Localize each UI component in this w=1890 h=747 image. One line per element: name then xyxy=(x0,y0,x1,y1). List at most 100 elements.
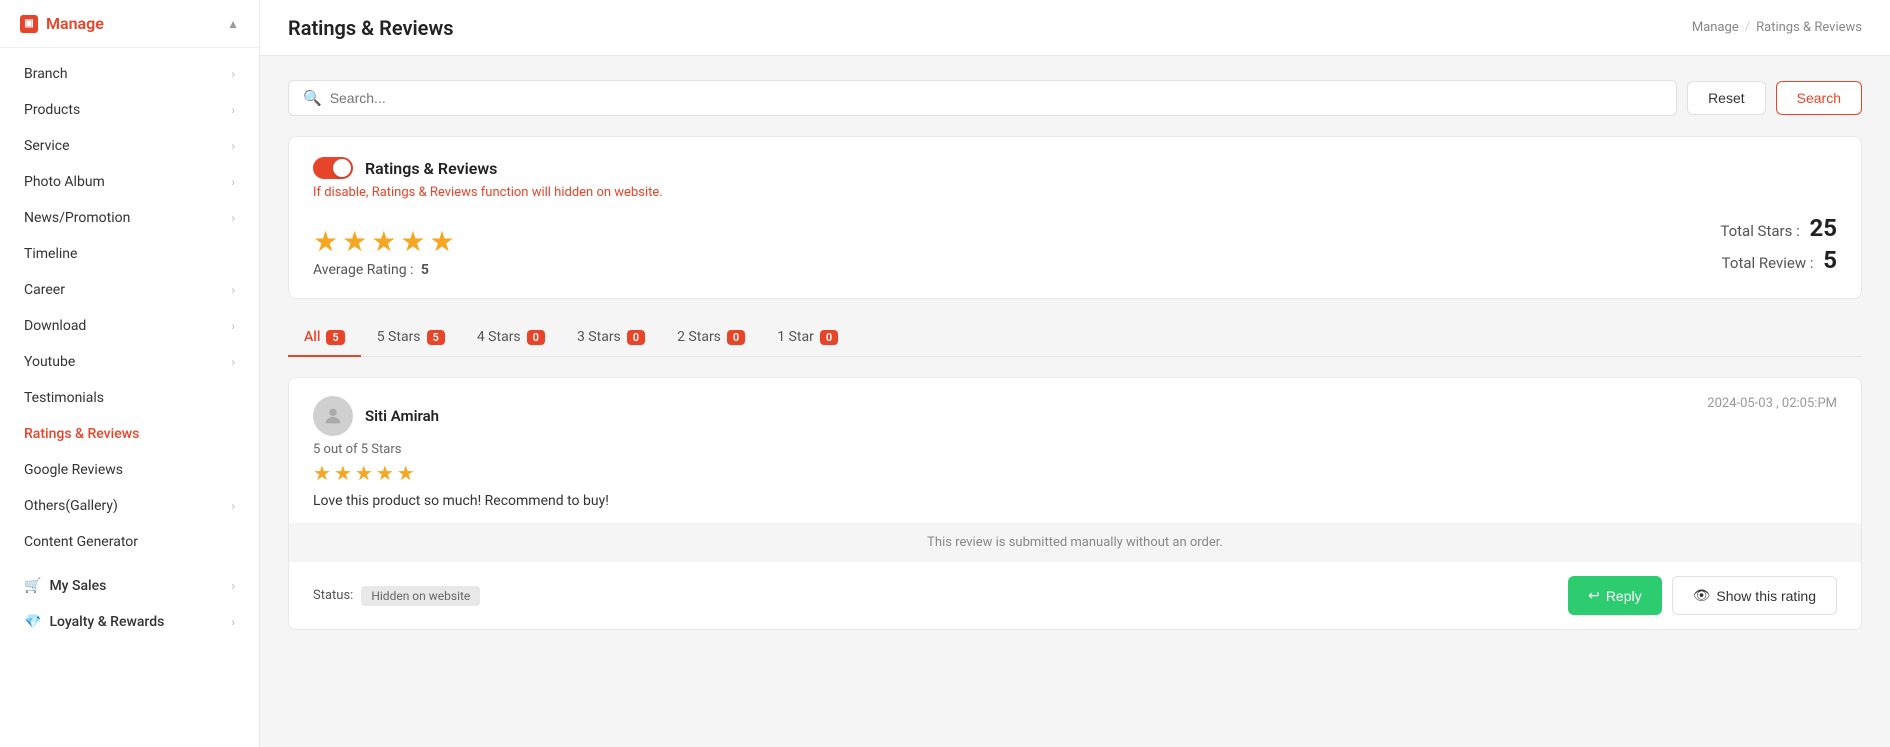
toggle-label: Ratings & Reviews xyxy=(365,159,497,178)
sidebar-item-ratings-reviews[interactable]: Ratings & Reviews xyxy=(0,416,259,452)
status-label: Status: xyxy=(313,588,353,603)
filter-tabs: All 5 5 Stars54 Stars03 Stars0 2 Stars 0 1 St… xyxy=(288,319,1862,357)
sidebar-item-products[interactable]: Products› xyxy=(0,92,259,128)
chevron-down-icon: › xyxy=(231,283,235,297)
rating-summary-row: ★★★★★ Average Rating : 5 Total Stars : 2… xyxy=(313,214,1837,278)
section-icon-my-sales: 🛒 xyxy=(24,578,41,594)
filter-tab-badge: 0 xyxy=(727,330,745,345)
filter-tab-label: All xyxy=(304,329,320,345)
filter-tab-all[interactable]: All 5 xyxy=(288,319,361,357)
sidebar-item-photo-album[interactable]: Photo Album› xyxy=(0,164,259,200)
overview-star-4: ★ xyxy=(400,225,425,258)
page-title: Ratings & Reviews xyxy=(288,16,454,40)
status-section: Status: Hidden on website xyxy=(313,586,480,606)
sidebar-item-label: Career xyxy=(24,282,65,298)
sidebar-item-youtube[interactable]: Youtube› xyxy=(0,344,259,380)
filter-tab-3stars[interactable]: 3 Stars0 xyxy=(561,319,661,357)
sidebar-item-download[interactable]: Download › xyxy=(0,308,259,344)
total-stars-line: Total Stars : 25 xyxy=(1720,214,1837,242)
filter-tab-2stars[interactable]: 2 Stars 0 xyxy=(661,319,761,357)
filter-tab-5stars[interactable]: 5 Stars5 xyxy=(361,319,461,357)
breadcrumb-root: Manage xyxy=(1692,20,1739,35)
sidebar-item-content-generator[interactable]: Content Generator xyxy=(0,524,259,560)
footer-actions: ↩ Reply 👁 Show this rating xyxy=(1568,576,1837,615)
sidebar-item-others-gallery[interactable]: Others(Gallery) › xyxy=(0,488,259,524)
chevron-down-icon: › xyxy=(231,499,235,513)
toggle-section: Ratings & Reviews xyxy=(313,157,1837,179)
filter-tab-badge: 5 xyxy=(326,330,344,345)
section-icon-loyalty-rewards: 💎 xyxy=(24,614,41,630)
breadcrumb-current: Ratings & Reviews xyxy=(1756,20,1862,35)
sidebar-item-label: Photo Album xyxy=(24,174,105,190)
review-header: Siti Amirah 2024-05-03 , 02:05:PM xyxy=(289,378,1861,436)
chevron-down-icon: › xyxy=(231,615,235,629)
chevron-down-icon: › xyxy=(231,67,235,81)
reviewer-info: Siti Amirah xyxy=(313,396,439,436)
chevron-down-icon: › xyxy=(231,579,235,593)
status-badge: Hidden on website xyxy=(361,586,480,606)
sidebar-item-label: Content Generator xyxy=(24,534,138,550)
sidebar-item-label: Download xyxy=(24,318,86,334)
review-date: 2024-05-03 , 02:05:PM xyxy=(1707,396,1837,411)
overview-stars: ★★★★★ xyxy=(313,225,455,258)
sidebar-item-branch[interactable]: Branch› xyxy=(0,56,259,92)
chevron-down-icon: › xyxy=(231,103,235,117)
rating-stats: Total Stars : 25 Total Review : 5 xyxy=(1720,214,1837,278)
reply-button[interactable]: ↩ Reply xyxy=(1568,576,1662,615)
search-input[interactable] xyxy=(330,90,1662,106)
sidebar-section-label: Loyalty & Rewards xyxy=(49,614,164,630)
review-star-5: ★ xyxy=(397,461,415,485)
review-star-4: ★ xyxy=(376,461,394,485)
review-star-1: ★ xyxy=(313,461,331,485)
sidebar-header[interactable]: ▣ Manage ▲ xyxy=(0,0,259,48)
review-card: Siti Amirah 2024-05-03 , 02:05:PM 5 out … xyxy=(288,377,1862,630)
show-rating-button[interactable]: 👁 Show this rating xyxy=(1672,576,1837,615)
search-button[interactable]: Search xyxy=(1776,81,1862,115)
ratings-overview-card: Ratings & Reviews If disable, Ratings & … xyxy=(288,136,1862,299)
sidebar-item-news-promotion[interactable]: News/Promotion › xyxy=(0,200,259,236)
manage-menu-title: ▣ Manage xyxy=(20,14,104,33)
rating-sub-text: 5 out of 5 Stars xyxy=(313,442,1837,457)
sidebar-item-label: Service xyxy=(24,138,70,154)
sidebar-section-loyalty-rewards[interactable]: 💎 Loyalty & Rewards › xyxy=(0,604,259,640)
reply-label: Reply xyxy=(1606,588,1642,604)
chevron-down-icon: › xyxy=(231,319,235,333)
sidebar-item-label: Timeline xyxy=(24,246,77,262)
breadcrumb-separator: / xyxy=(1745,20,1750,35)
toggle-description: If disable, Ratings & Reviews function w… xyxy=(313,185,1837,200)
sidebar-item-career[interactable]: Career › xyxy=(0,272,259,308)
sidebar-item-testimonials[interactable]: Testimonials xyxy=(0,380,259,416)
sidebar-section-label: My Sales xyxy=(49,578,106,594)
chevron-down-icon: › xyxy=(231,211,235,225)
sidebar-nav: Branch›Products›Service›Photo Album›News… xyxy=(0,48,259,568)
sidebar-item-service[interactable]: Service› xyxy=(0,128,259,164)
sidebar-item-label: Others(Gallery) xyxy=(24,498,118,514)
sidebar-item-label: Ratings & Reviews xyxy=(24,426,139,442)
sidebar-item-label: News/Promotion xyxy=(24,210,130,226)
review-body: 5 out of 5 Stars ★★★★★ Love this product… xyxy=(289,436,1861,523)
review-footer: Status: Hidden on website ↩ Reply 👁 Show… xyxy=(289,562,1861,629)
main-content: Ratings & Reviews Manage / Ratings & Rev… xyxy=(260,0,1890,747)
filter-tab-label: 2 Stars xyxy=(677,329,721,345)
filter-tab-1star[interactable]: 1 Star0 xyxy=(761,319,854,357)
sidebar: ▣ Manage ▲ Branch›Products›Service›Photo… xyxy=(0,0,260,747)
ratings-toggle[interactable] xyxy=(313,157,353,179)
search-bar: 🔍 Reset Search xyxy=(288,80,1862,116)
filter-tab-label: 5 Stars xyxy=(377,329,421,345)
filter-tab-label: 4 Stars xyxy=(477,329,521,345)
overview-star-1: ★ xyxy=(313,225,338,258)
sidebar-item-label: Testimonials xyxy=(24,390,104,406)
filter-tab-4stars[interactable]: 4 Stars0 xyxy=(461,319,561,357)
review-text: Love this product so much! Recommend to … xyxy=(313,493,1837,509)
reset-button[interactable]: Reset xyxy=(1687,81,1766,115)
search-input-wrap[interactable]: 🔍 xyxy=(288,80,1677,116)
sidebar-item-timeline[interactable]: Timeline xyxy=(0,236,259,272)
review-notice: This review is submitted manually withou… xyxy=(289,523,1861,562)
overview-star-5: ★ xyxy=(429,225,454,258)
sidebar-item-google-reviews[interactable]: Google Reviews xyxy=(0,452,259,488)
sidebar-section-my-sales[interactable]: 🛒 My Sales › xyxy=(0,568,259,604)
reply-icon: ↩ xyxy=(1588,587,1600,604)
eye-icon: 👁 xyxy=(1693,587,1711,604)
topbar: Ratings & Reviews Manage / Ratings & Rev… xyxy=(260,0,1890,56)
show-rating-label: Show this rating xyxy=(1716,588,1816,604)
